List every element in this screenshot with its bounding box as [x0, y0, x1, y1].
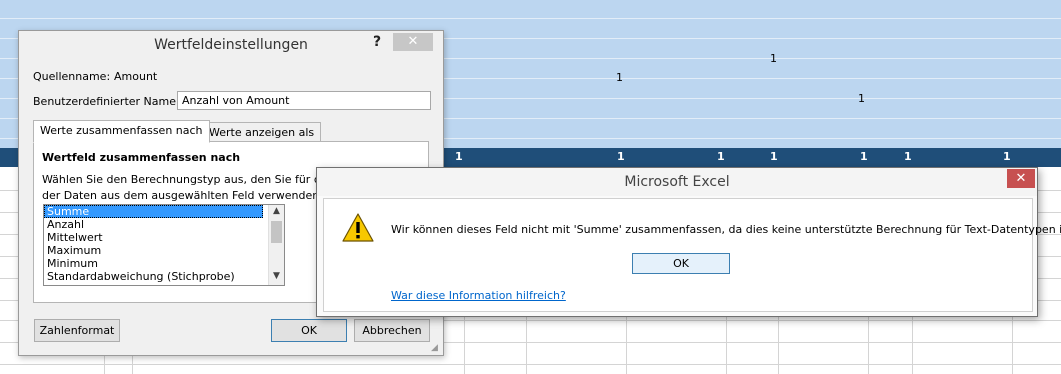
- number-format-button[interactable]: Zahlenformat: [34, 319, 120, 342]
- close-icon[interactable]: ✕: [1007, 169, 1035, 188]
- grid-line: [0, 18, 1061, 19]
- scroll-down-icon[interactable]: ▼: [269, 271, 284, 281]
- band-value: 1: [717, 150, 725, 163]
- scroll-up-icon[interactable]: ▲: [269, 206, 284, 216]
- list-item-selected[interactable]: Summe: [44, 205, 263, 218]
- list-scrollbar[interactable]: ▲ ▼: [268, 205, 284, 285]
- help-icon[interactable]: ?: [373, 34, 381, 50]
- list-item[interactable]: Mittelwert: [44, 231, 284, 244]
- custom-name-input[interactable]: Anzahl von Amount: [177, 91, 431, 110]
- help-feedback-link[interactable]: War diese Information hilfreich?: [391, 289, 566, 302]
- warning-icon: [342, 213, 374, 242]
- calculation-type-list[interactable]: Summe Anzahl Mittelwert Maximum Minimum …: [43, 204, 285, 286]
- list-item[interactable]: Standardabweichung (Stichprobe): [44, 270, 284, 283]
- cell-value[interactable]: 1: [858, 92, 865, 105]
- tab-summarize-values-by[interactable]: Werte zusammenfassen nach: [33, 120, 210, 143]
- scroll-thumb[interactable]: [271, 221, 282, 243]
- grid-line: [0, 364, 1061, 365]
- band-value: 1: [617, 150, 625, 163]
- cell-value[interactable]: 1: [616, 71, 623, 84]
- list-item[interactable]: Anzahl: [44, 218, 284, 231]
- band-value: 1: [1003, 150, 1011, 163]
- ok-button[interactable]: OK: [271, 319, 347, 342]
- ok-button[interactable]: OK: [632, 253, 730, 274]
- cell-value[interactable]: 1: [770, 52, 777, 65]
- close-icon[interactable]: ✕: [393, 33, 433, 51]
- cancel-button[interactable]: Abbrechen: [354, 319, 430, 342]
- message-box-title: Microsoft Excel: [624, 174, 730, 190]
- microsoft-excel-message-box: Microsoft Excel ✕ Wir können dieses Feld…: [316, 167, 1061, 317]
- message-box-titlebar: Microsoft Excel ✕: [317, 168, 1037, 196]
- message-box-body: Wir können dieses Feld nicht mit 'Summe'…: [323, 198, 1061, 312]
- panel-heading: Wertfeld zusammenfassen nach: [42, 151, 241, 164]
- band-value: 1: [904, 150, 912, 163]
- resize-grip-icon[interactable]: ◢: [431, 343, 441, 353]
- list-item[interactable]: Minimum: [44, 257, 284, 270]
- message-text: Wir können dieses Feld nicht mit 'Summe'…: [391, 223, 1061, 236]
- source-name-label: Quellenname:: [33, 70, 111, 83]
- band-value: 1: [455, 150, 463, 163]
- band-value: 1: [770, 150, 778, 163]
- band-value: 1: [860, 150, 868, 163]
- tab-show-values-as[interactable]: Werte anzeigen als: [202, 122, 322, 143]
- custom-name-label: Benutzerdefinierter Name:: [33, 95, 180, 108]
- source-name-value: Amount: [114, 70, 158, 83]
- list-item[interactable]: Maximum: [44, 244, 284, 257]
